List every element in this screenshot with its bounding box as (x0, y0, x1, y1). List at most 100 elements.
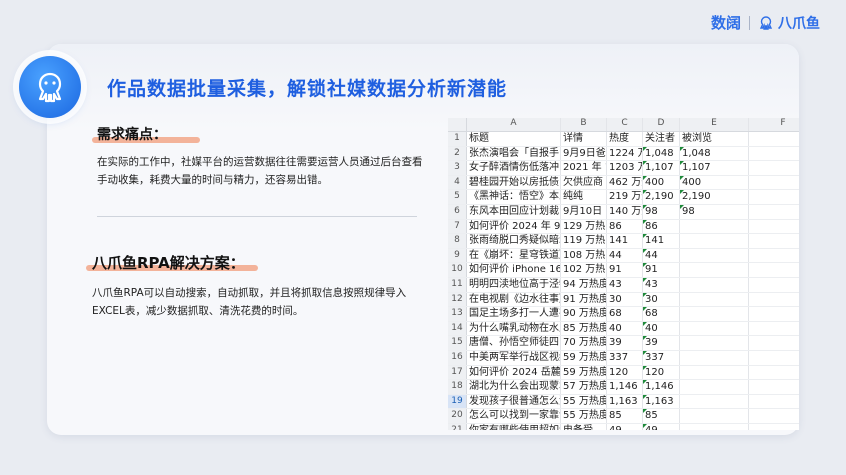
table-cell: 1,107 (643, 161, 680, 175)
row-number: 11 (448, 277, 467, 292)
table-row: 11明明四渎地位高于泾特别是其94 万热度4343 (448, 277, 799, 293)
row-number: 6 (448, 204, 467, 219)
table-cell (680, 234, 749, 248)
table-cell: 碧桂园开始以房抵债 (469, 175, 561, 190)
table-cell: 39 (607, 336, 643, 350)
table-cell: 如何评价 2024 岳麓湖南省委 (469, 365, 561, 380)
table-row: 3女子醉酒情伤低落冲2021 年 11203 万热1,1071,107 (448, 161, 799, 176)
table-cell: 68 (643, 307, 680, 321)
table-cell: 43 (607, 277, 643, 292)
table-cell: 91 万热度 (563, 292, 607, 307)
row-number: 15 (448, 336, 467, 350)
table-cell: 85 万热度 (563, 321, 607, 336)
row-number: 1 (448, 132, 467, 146)
table-cell (680, 219, 749, 234)
table-cell: 详情 (561, 132, 607, 146)
table-cell: 91 (607, 263, 643, 277)
table-cell: 219 万热 (609, 190, 643, 204)
table-row: 4碧桂园开始以房抵债欠供应商462 万热400400 (448, 175, 799, 191)
table-cell: 你家有哪些使用超如今智能家电省 (467, 423, 561, 430)
table-row: 12在电视剧《边水往事》中有哪91 万热度3030 (448, 292, 799, 308)
table-cell: 86 (643, 219, 680, 234)
table-row: 14为什么嘴乳动物在水里进化的85 万热度4040 (448, 321, 799, 337)
table-cell (749, 176, 799, 190)
table-cell: 热度 (607, 132, 643, 146)
table-cell: 91 (643, 263, 680, 277)
table-cell (680, 263, 749, 277)
table-cell (680, 336, 749, 350)
table-row: 19发现孩子很普通怎么河南地级55 万热度1,1631,163 (448, 394, 799, 410)
table-cell: 90 万热度 (563, 307, 607, 321)
table-row: 20怎么可以找到一家靠谱的装修55 万热度8585 (448, 409, 799, 424)
table-cell (680, 380, 749, 394)
table-cell: 被浏览 (680, 132, 749, 146)
table-cell: 东风本田回应计划裁 (469, 204, 561, 219)
table-cell: 59 万热度 (563, 350, 607, 365)
table-cell: 120 (643, 365, 680, 380)
table-cell (749, 395, 799, 409)
table-cell: 电备受 (561, 423, 607, 430)
row-number: 16 (448, 350, 467, 365)
table-cell: 141 (607, 234, 643, 248)
table-cell: 为什么嘴乳动物在水里进化的 (469, 321, 561, 336)
table-cell (749, 190, 799, 204)
table-cell (749, 409, 799, 423)
row-number: 21 (448, 423, 467, 430)
table-cell: 湖北为什么会出现蒙本人生在 (469, 380, 561, 394)
pain-heading: 需求痛点： (97, 127, 167, 143)
table-cell (680, 409, 749, 423)
table-row: 13国足主场多打一人遭布兰科90 万热度6868 (448, 307, 799, 322)
table-cell: 《黑神话：悟空》本人 (469, 190, 561, 204)
table-cell: 39 (643, 336, 680, 350)
table-row: 16中美两军举行战区视频通话59 万热度337337 (448, 350, 799, 366)
row-number: 17 (448, 365, 467, 380)
table-cell: 2,190 (643, 190, 680, 204)
solution-text: 八爪鱼RPA可以自动搜索，自动抓取，并且将抓取信息按照规律导入EXCEL表，减少… (92, 287, 407, 317)
table-cell: 68 (607, 307, 643, 321)
table-cell: 141 (643, 234, 680, 248)
table-cell (680, 307, 749, 321)
table-row: 2张杰演唱会「自报手9月9日爸1224 万热1,0481,048 (448, 146, 799, 162)
table-row: 7如何评价 2024 年 9 月米哈游《129 万热8686 (448, 219, 799, 235)
table-cell: 中美两军举行战区视频通话 (469, 350, 561, 365)
table-row: 21你家有哪些使用超如今智能家电省电备受4949 (448, 423, 799, 430)
table-cell: 如何评价 2024 年 9 月米哈游《 (469, 219, 561, 234)
table-cell: 国足主场多打一人遭布兰科 (469, 307, 561, 321)
table-cell: 49 (643, 423, 680, 430)
table-cell (749, 351, 799, 365)
row-number: 10 (448, 263, 467, 277)
table-cell: 1224 万热 (607, 146, 643, 161)
bazhuayu-text: 八爪鱼 (778, 15, 820, 32)
table-cell: 唐僧、孙悟空师徒四《西游记 (469, 336, 561, 350)
table-cell: 明明四渎地位高于泾特别是其 (469, 277, 561, 292)
table-row: 15唐僧、孙悟空师徒四《西游记70 万热度3939 (448, 336, 799, 351)
table-cell: 462 万热 (609, 175, 643, 190)
table-row: 17如何评价 2024 岳麓湖南省委59 万热度120120 (448, 365, 799, 381)
brand-bar: 数阔 八爪鱼 (711, 12, 820, 33)
table-cell: 1,048 (643, 146, 680, 161)
page-title: 作品数据批量采集，解锁社媒数据分析新潜能 (107, 78, 508, 100)
table-cell: 发现孩子很普通怎么河南地级 (469, 394, 561, 409)
table-cell: 1203 万热 (607, 161, 643, 175)
table-cell (749, 380, 799, 394)
table-cell (749, 249, 799, 263)
table-cell: 70 万热度 (563, 336, 607, 350)
brand-divider (749, 15, 750, 30)
table-cell: 1,048 (680, 146, 749, 161)
table-row: 6东风本田回应计划裁9月10日140 万热9898 (448, 204, 799, 220)
octopus-mascot-icon (38, 72, 62, 103)
column-header: F (749, 118, 799, 131)
table-cell: 337 (607, 350, 643, 365)
corner-cell (448, 118, 467, 131)
table-cell: 1,146 (643, 380, 680, 394)
table-cell: 337 (643, 350, 680, 365)
table-cell (749, 322, 799, 336)
table-cell (680, 321, 749, 336)
table-cell: 30 (607, 292, 643, 307)
table-cell: 怎么可以找到一家靠谱的装修 (469, 409, 561, 423)
table-cell (749, 234, 799, 248)
table-row: 8张雨绮脱口秀疑似暗示于适赞119 万热141141 (448, 234, 799, 249)
table-cell: 1,107 (680, 161, 749, 175)
column-header: C (607, 118, 643, 131)
table-cell: 98 (680, 204, 749, 219)
